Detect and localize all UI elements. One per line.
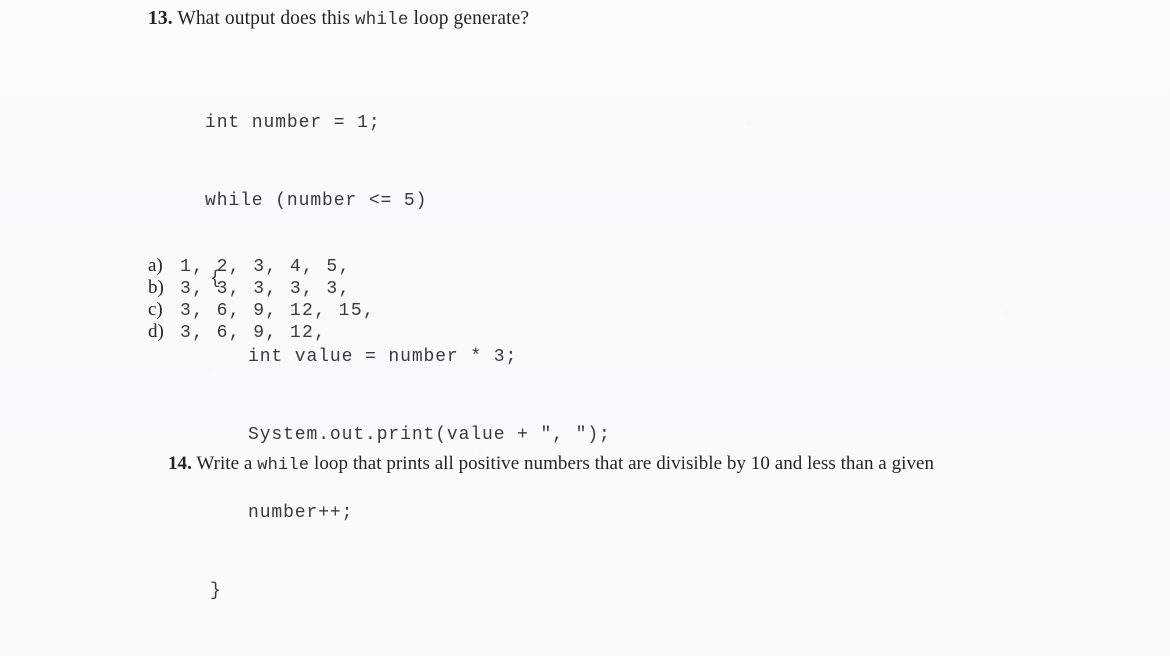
code-line: while (number <= 5) — [205, 191, 428, 211]
answer-option-label: d) — [148, 321, 164, 342]
question-13-text-before: What output does this — [177, 8, 351, 29]
answer-option-label: a) — [148, 255, 163, 276]
answer-options-list: a) 1, 2, 3, 4, 5, b) 3, 3, 3, 3, 3, c) 3… — [148, 255, 375, 343]
answer-option-c[interactable]: c) 3, 6, 9, 12, 15, — [148, 299, 375, 321]
answer-option-label: c) — [148, 299, 163, 320]
question-13-number: 13. — [148, 8, 173, 29]
answer-option-value: 3, 6, 9, 12, 15, — [180, 301, 376, 321]
question-14-text-after: loop that prints all positive numbers th… — [314, 453, 935, 474]
code-line: } — [210, 581, 222, 601]
answer-option-label: b) — [148, 277, 164, 298]
question-14-number: 14. — [168, 453, 192, 474]
code-line: int number = 1; — [205, 113, 381, 133]
code-line: System.out.print(value + ", "); — [248, 425, 611, 445]
answer-option-b[interactable]: b) 3, 3, 3, 3, 3, — [148, 277, 375, 299]
question-13-prompt: 13. What output does this while loop gen… — [148, 7, 529, 32]
question-13-text-after: loop generate? — [413, 8, 530, 29]
answer-option-value: 1, 2, 3, 4, 5, — [180, 257, 351, 277]
answer-option-value: 3, 3, 3, 3, 3, — [180, 279, 351, 299]
question-14-prompt: 14. Write a while loop that prints all p… — [168, 452, 934, 478]
worksheet-page: 13. What output does this while loop gen… — [0, 0, 1170, 601]
answer-option-a[interactable]: a) 1, 2, 3, 4, 5, — [148, 255, 375, 277]
code-line: int value = number * 3; — [248, 347, 518, 367]
answer-option-d[interactable]: d) 3, 6, 9, 12, — [148, 321, 375, 343]
question-13-inline-code: while — [355, 10, 409, 30]
code-line: number++; — [248, 503, 354, 523]
answer-option-value: 3, 6, 9, 12, — [180, 323, 327, 343]
code-block: int number = 1; while (number <= 5) { in… — [205, 58, 611, 656]
question-14-text-before: Write a — [196, 453, 253, 474]
question-14-inline-code: while — [257, 456, 310, 475]
